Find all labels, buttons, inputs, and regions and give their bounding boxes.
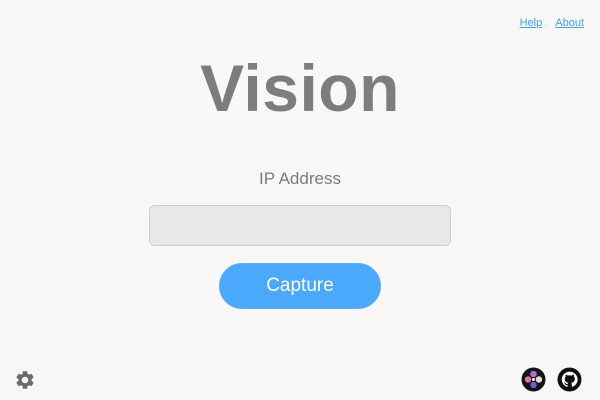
about-link[interactable]: About — [555, 17, 584, 29]
extension-logo-icon[interactable] — [521, 367, 546, 392]
github-icon[interactable] — [557, 367, 582, 392]
ip-address-label: IP Address — [259, 169, 341, 188]
ip-address-input[interactable] — [149, 205, 451, 246]
gear-icon[interactable] — [14, 369, 36, 391]
capture-button[interactable]: Capture — [219, 263, 381, 309]
help-link[interactable]: Help — [520, 17, 543, 29]
top-nav: Help About — [520, 17, 584, 29]
app-title: Vision — [200, 51, 400, 125]
app-window: Help About Vision IP Address Capture — [0, 0, 600, 400]
